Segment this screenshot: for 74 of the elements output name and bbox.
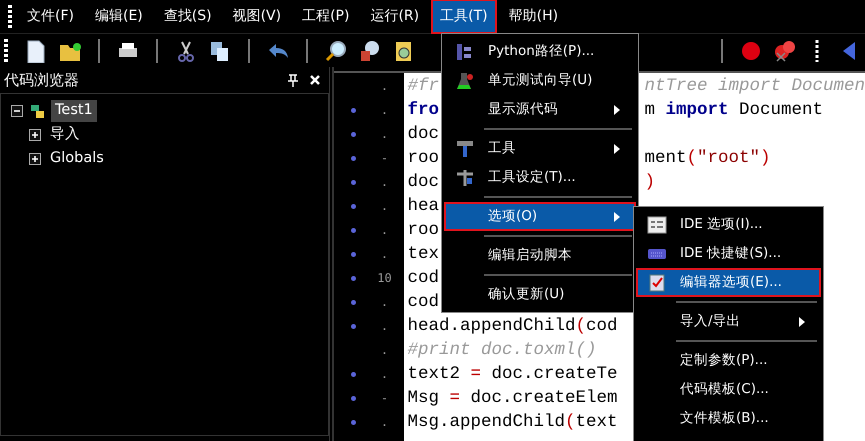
hammer-icon [455, 138, 475, 158]
menu-item[interactable]: 编辑(E) [86, 0, 152, 34]
line-number: . [380, 366, 390, 383]
code-text: cod [407, 267, 439, 290]
form-icon [647, 214, 667, 234]
line-number: - [380, 390, 390, 407]
line-number: . [380, 78, 390, 95]
tree-item[interactable]: Test1 [51, 100, 97, 122]
code-text: roo [407, 219, 439, 242]
code-text: m import Document [644, 99, 823, 122]
line-number: . [380, 174, 390, 191]
expand-icon[interactable] [29, 153, 41, 165]
line-number: . [380, 318, 390, 335]
code-text: Msg = doc.createElem [407, 387, 618, 410]
line-number: . [380, 414, 390, 431]
code-text: cod [407, 291, 439, 314]
menu-item[interactable]: 编辑启动脚本 [444, 241, 636, 270]
menu-item[interactable]: 工具设定(T)... [444, 163, 636, 192]
line-number: - [380, 150, 390, 167]
code-text: ntTree import Documen [644, 75, 865, 98]
menu-item[interactable]: 显示源代码 [444, 95, 636, 124]
line-number: . [380, 198, 390, 215]
code-text: ) [644, 171, 655, 194]
menu-item[interactable]: Python路径(P)... [444, 37, 636, 66]
code-text: Msg.appendChild(text [407, 411, 618, 434]
menu-item[interactable]: 文件(F) [18, 0, 83, 34]
line-number: . [380, 294, 390, 311]
code-text: #print doc.toxml() [407, 339, 596, 362]
menu-item[interactable]: IDE 快捷键(S)... [636, 239, 821, 268]
menu-item[interactable]: 代码模板(C)... [636, 375, 821, 404]
menu-item[interactable]: 编辑器选项(E)... [636, 268, 821, 297]
pin-icon[interactable] [287, 73, 299, 87]
code-text: hea [407, 195, 439, 218]
code-text: doc [407, 171, 439, 194]
menu-item[interactable]: IDE 选项(I)... [636, 210, 821, 239]
grip-handle[interactable] [4, 38, 8, 62]
panel-title: 代码浏览器 [4, 70, 79, 91]
tree-item[interactable]: Globals [46, 148, 108, 170]
breakpoints-icon[interactable] [773, 38, 797, 62]
code-text: doc [407, 123, 439, 146]
line-number: . [380, 126, 390, 143]
grip-handle[interactable] [8, 4, 12, 28]
checklist-icon [647, 272, 667, 292]
flask-icon [455, 70, 475, 90]
menu-item[interactable]: 工具(T) [431, 0, 497, 34]
menu-item[interactable]: 视图(V) [224, 0, 290, 34]
tree-item[interactable]: 导入 [46, 124, 84, 146]
menu-item[interactable]: 工程(P) [293, 0, 358, 34]
code-text: text2 = doc.createTe [407, 363, 618, 386]
menu-item[interactable]: 帮助(H) [500, 0, 568, 34]
expand-icon[interactable] [29, 129, 41, 141]
line-number: . [380, 342, 390, 359]
code-text: ment("root") [644, 147, 771, 170]
code-text: tex [407, 243, 439, 266]
code-text: roo [407, 147, 439, 170]
line-number: . [380, 246, 390, 263]
code-text: head.appendChild(cod [407, 315, 618, 338]
collapse-icon[interactable] [11, 105, 23, 117]
menu-item[interactable]: 运行(R) [361, 0, 428, 34]
line-number: 10 [376, 270, 393, 287]
menu-item[interactable]: 查找(S) [154, 0, 221, 34]
line-number: . [380, 222, 390, 239]
menu-item[interactable]: 文件模板(B)... [636, 404, 821, 433]
code-text: fro [407, 99, 439, 122]
search-icon[interactable] [324, 38, 348, 62]
menu-item[interactable]: 定制参数(P)... [636, 346, 821, 375]
code-text: #fr [407, 75, 439, 98]
close-icon[interactable] [309, 74, 321, 86]
menu-item[interactable]: 选项(O) [444, 202, 636, 231]
menu-item[interactable]: 导入/导出 [636, 307, 821, 336]
menu-item[interactable]: 工具 [444, 134, 636, 163]
line-number: . [380, 102, 390, 119]
menu-item[interactable]: 确认更新(U) [444, 280, 636, 309]
menu-item[interactable]: 单元测试向导(U) [444, 66, 636, 95]
